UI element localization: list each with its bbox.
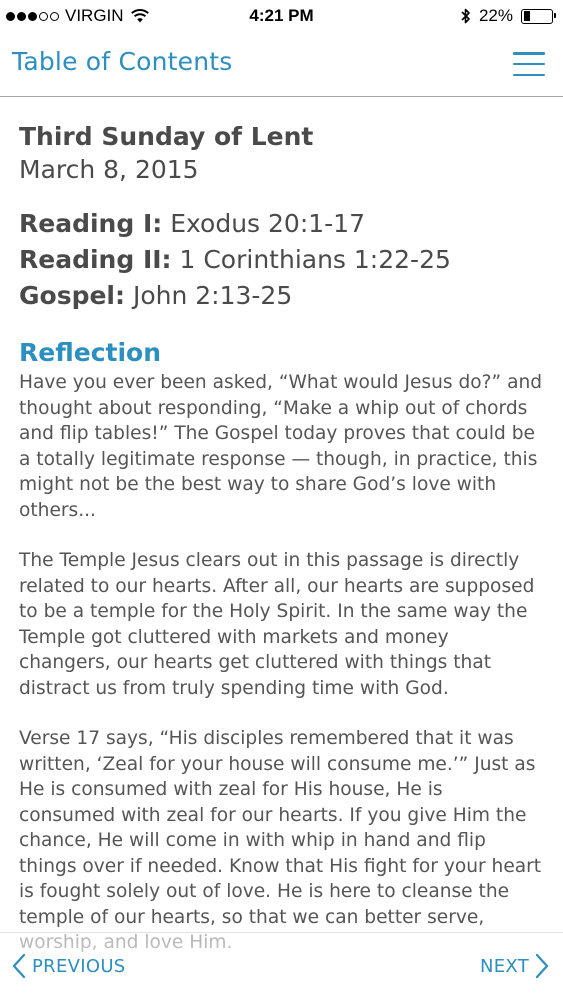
status-bar: VIRGIN 4:21 PM 22% bbox=[0, 0, 563, 32]
bluetooth-icon bbox=[461, 8, 470, 24]
battery-percent: 22% bbox=[478, 6, 513, 25]
reflection-paragraph-1: Have you ever been asked, “What would Je… bbox=[19, 372, 543, 521]
gospel-value: John 2:13-25 bbox=[132, 281, 293, 310]
previous-label: PREVIOUS bbox=[32, 955, 126, 977]
reading-1-label: Reading I: bbox=[19, 209, 163, 238]
table-of-contents-link[interactable]: Table of Contents bbox=[12, 47, 233, 76]
day-date: March 8, 2015 bbox=[19, 155, 199, 184]
next-label: NEXT bbox=[479, 955, 529, 977]
reading-2: Reading II: 1 Corinthians 1:22-25 bbox=[19, 242, 543, 278]
footer-nav: PREVIOUS NEXT bbox=[0, 932, 563, 1000]
reading-2-label: Reading II: bbox=[19, 245, 172, 274]
app-header: Table of Contents bbox=[0, 32, 563, 97]
reflection-paragraph-2: The Temple Jesus clears out in this pass… bbox=[19, 550, 535, 699]
hamburger-menu-icon[interactable] bbox=[513, 52, 545, 76]
day-title: Third Sunday of Lent bbox=[19, 122, 314, 151]
reading-content[interactable]: Third Sunday of Lent March 8, 2015 Readi… bbox=[0, 97, 563, 1000]
previous-button[interactable]: PREVIOUS bbox=[12, 953, 126, 979]
readings-list: Reading I: Exodus 20:1-17 Reading II: 1 … bbox=[19, 206, 543, 314]
next-button[interactable]: NEXT bbox=[480, 953, 549, 979]
chevron-right-icon bbox=[535, 953, 549, 979]
gospel: Gospel: John 2:13-25 bbox=[19, 278, 543, 314]
reading-2-value: 1 Corinthians 1:22-25 bbox=[179, 245, 451, 274]
gospel-label: Gospel: bbox=[19, 281, 125, 310]
reflection-heading: Reflection bbox=[19, 338, 162, 367]
battery-icon bbox=[521, 8, 556, 24]
chevron-left-icon bbox=[12, 953, 26, 979]
reflection-paragraph-3: Verse 17 says, “His disciples remembered… bbox=[19, 728, 542, 953]
status-right: 22% bbox=[460, 6, 556, 26]
reading-1-value: Exodus 20:1-17 bbox=[170, 209, 365, 238]
reading-1: Reading I: Exodus 20:1-17 bbox=[19, 206, 543, 242]
